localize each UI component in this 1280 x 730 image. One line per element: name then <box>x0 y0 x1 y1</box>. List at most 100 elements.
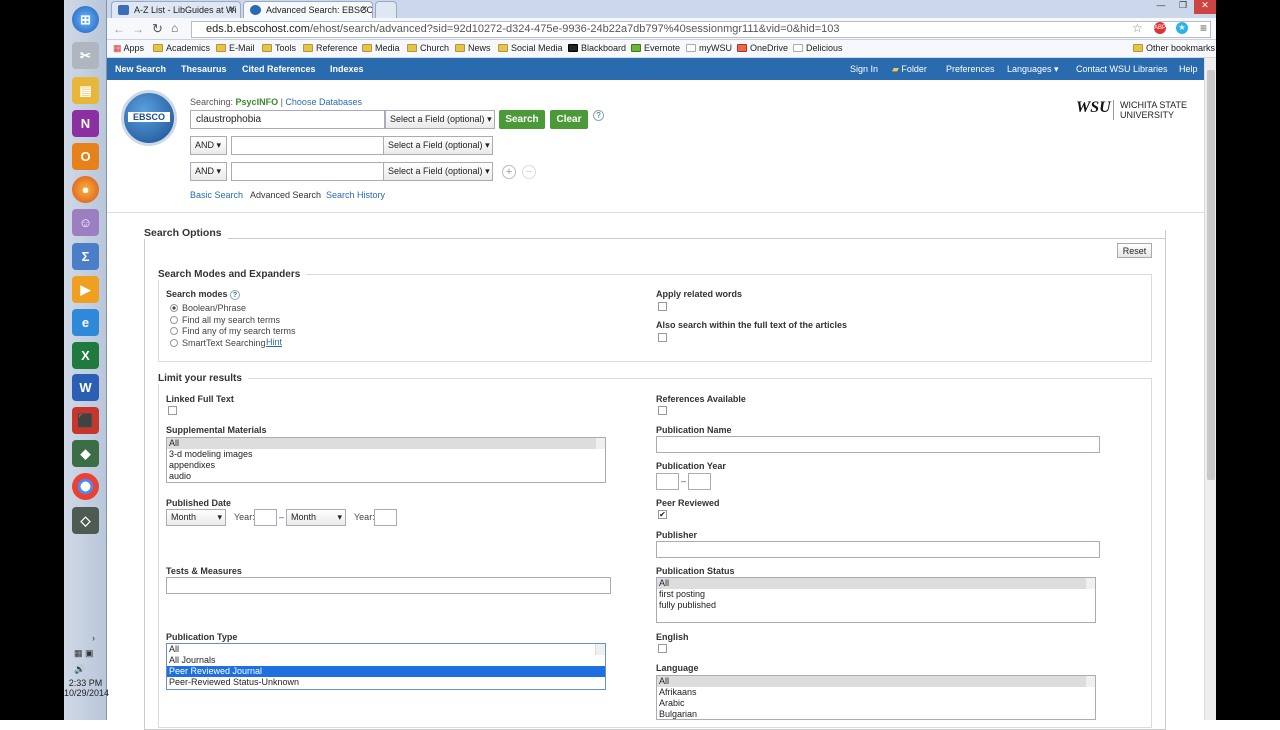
list-item[interactable]: Afrikaans <box>657 687 1095 698</box>
bookmark-reference[interactable]: Reference <box>303 43 358 53</box>
search-button[interactable]: Search <box>499 110 545 129</box>
nav-preferences[interactable]: Preferences <box>946 64 995 74</box>
list-item[interactable]: All Journals <box>167 655 605 666</box>
publication-year-from[interactable] <box>656 473 679 490</box>
language-listbox[interactable]: All Afrikaans Arabic Bulgarian <box>656 675 1096 720</box>
boolean-select-3[interactable]: AND ▾ <box>190 162 227 181</box>
listbox-scrollbar[interactable] <box>1085 578 1095 589</box>
list-item[interactable]: Peer-Reviewed Status-Unknown <box>167 677 605 688</box>
bookmark-apps[interactable]: ▦ Apps <box>113 43 144 54</box>
network-icon[interactable]: ▦ ▣ <box>74 648 94 659</box>
adblock-icon[interactable]: ABP <box>1154 22 1166 34</box>
start-orb-icon[interactable]: ⊞ <box>72 6 99 33</box>
field-select-2[interactable]: Select a Field (optional) ▾ <box>383 136 493 155</box>
reset-button[interactable]: Reset <box>1117 243 1152 258</box>
search-input-2[interactable] <box>231 136 384 155</box>
page-scrollbar[interactable] <box>1204 58 1216 720</box>
bookmark-academics[interactable]: Academics <box>153 43 210 53</box>
file-explorer-icon[interactable]: ▤ <box>72 77 99 104</box>
list-item[interactable]: Bulgarian <box>657 709 1095 719</box>
bookmark-email[interactable]: E-Mail <box>216 43 255 53</box>
outlook-icon[interactable]: O <box>72 143 99 170</box>
bookmark-evernote[interactable]: Evernote <box>631 43 680 53</box>
field-select-1[interactable]: Select a Field (optional) ▾ <box>385 110 495 129</box>
media-player-icon[interactable]: ▶ <box>72 276 99 303</box>
publication-year-to[interactable] <box>688 473 711 490</box>
address-bar[interactable]: eds.b.ebscohost.com/ehost/search/advance… <box>191 21 1211 38</box>
list-item[interactable]: All <box>657 578 1095 589</box>
listbox-scrollbar[interactable] <box>595 438 605 449</box>
taskbar-clock[interactable]: 2:33 PM 10/29/2014 <box>64 678 109 698</box>
listbox-scrollbar[interactable] <box>595 644 605 655</box>
help-icon[interactable]: ? <box>230 290 241 300</box>
excel-icon[interactable]: X <box>72 342 99 369</box>
close-icon[interactable]: ✕ <box>360 4 368 15</box>
list-item[interactable]: Arabic <box>657 698 1095 709</box>
hint-link[interactable]: Hint <box>266 337 282 347</box>
snipping-tool-icon[interactable]: ✂ <box>72 42 99 69</box>
add-row-icon[interactable]: + <box>502 165 516 179</box>
ebsco-logo[interactable]: EBSCO <box>121 90 177 146</box>
list-item[interactable]: appendixes <box>167 460 605 471</box>
presentation-icon[interactable]: ◇ <box>72 507 99 534</box>
list-item[interactable]: fully published <box>657 600 1095 611</box>
remove-row-icon[interactable]: − <box>522 165 536 179</box>
bookmark-tools[interactable]: Tools <box>262 43 296 53</box>
advanced-search-link[interactable]: Advanced Search <box>250 190 321 200</box>
list-item[interactable]: 3-d modeling images <box>167 449 605 460</box>
scrollbar-thumb[interactable] <box>1207 70 1215 480</box>
nav-contact[interactable]: Contact WSU Libraries <box>1076 64 1168 74</box>
lync-icon[interactable]: Σ <box>72 243 99 270</box>
publisher-input[interactable] <box>656 541 1100 558</box>
chrome-icon[interactable] <box>72 473 99 500</box>
full-text-search-checkbox[interactable] <box>658 333 667 342</box>
chat-icon[interactable]: ☺ <box>72 209 99 236</box>
english-checkbox[interactable] <box>658 644 667 653</box>
bookmark-star-icon[interactable]: ☆ <box>1132 21 1143 35</box>
wsu-logo-text[interactable]: WICHITA STATE UNIVERSITY <box>1113 100 1187 120</box>
bookmark-onedrive[interactable]: OneDrive <box>737 43 788 53</box>
published-year-to[interactable] <box>374 509 397 526</box>
close-window-icon[interactable]: ✕ <box>1194 0 1216 14</box>
mode-smarttext-radio[interactable] <box>170 339 178 347</box>
back-icon[interactable]: ← <box>113 22 125 36</box>
nav-indexes[interactable]: Indexes <box>330 64 364 74</box>
mode-any-terms-radio[interactable] <box>170 327 178 335</box>
published-month-from[interactable]: Month ▾ <box>166 509 226 526</box>
references-available-checkbox[interactable] <box>658 406 667 415</box>
mode-boolean-radio[interactable] <box>170 304 178 312</box>
nav-help[interactable]: Help <box>1179 64 1198 74</box>
choose-databases-link[interactable]: Choose Databases <box>285 97 362 107</box>
maximize-icon[interactable]: ❐ <box>1172 0 1194 14</box>
list-item-selected[interactable]: Peer Reviewed Journal <box>167 666 605 677</box>
field-select-3[interactable]: Select a Field (optional) ▾ <box>383 162 493 181</box>
help-icon[interactable]: ? <box>593 110 604 121</box>
volume-icon[interactable]: 🔊 <box>74 664 85 675</box>
extension-icon[interactable]: ★ <box>1176 22 1188 34</box>
tab-ebsco[interactable]: Advanced Search: EBSCO ✕ <box>243 1 373 18</box>
list-item[interactable]: All <box>657 676 1095 687</box>
search-input-1[interactable]: claustrophobia <box>190 110 385 129</box>
search-input-3[interactable] <box>231 162 384 181</box>
nav-thesaurus[interactable]: Thesaurus <box>181 64 227 74</box>
nav-cited-references[interactable]: Cited References <box>242 64 316 74</box>
apply-related-checkbox[interactable] <box>658 302 667 311</box>
close-icon[interactable]: ✕ <box>228 4 236 15</box>
publication-status-listbox[interactable]: All first posting fully published <box>656 577 1096 623</box>
reload-icon[interactable]: ↻ <box>152 21 163 37</box>
bookmark-media[interactable]: Media <box>362 43 400 53</box>
list-item[interactable]: All <box>167 438 605 449</box>
listbox-scrollbar[interactable] <box>1085 676 1095 687</box>
list-item[interactable]: All <box>167 644 605 655</box>
bookmark-news[interactable]: News <box>455 43 491 53</box>
boolean-select-2[interactable]: AND ▾ <box>190 136 227 155</box>
peer-reviewed-checkbox[interactable]: ✔ <box>658 510 667 519</box>
bookmark-other[interactable]: Other bookmarks <box>1133 43 1215 53</box>
forward-icon[interactable]: → <box>132 22 144 36</box>
nav-sign-in[interactable]: Sign In <box>850 64 878 74</box>
bookmark-blackboard[interactable]: Blackboard <box>568 43 626 53</box>
supplemental-listbox[interactable]: All 3-d modeling images appendixes audio <box>166 437 606 483</box>
list-item[interactable]: first posting <box>657 589 1095 600</box>
menu-icon[interactable]: ≡ <box>1200 21 1207 35</box>
published-year-from[interactable] <box>254 509 277 526</box>
